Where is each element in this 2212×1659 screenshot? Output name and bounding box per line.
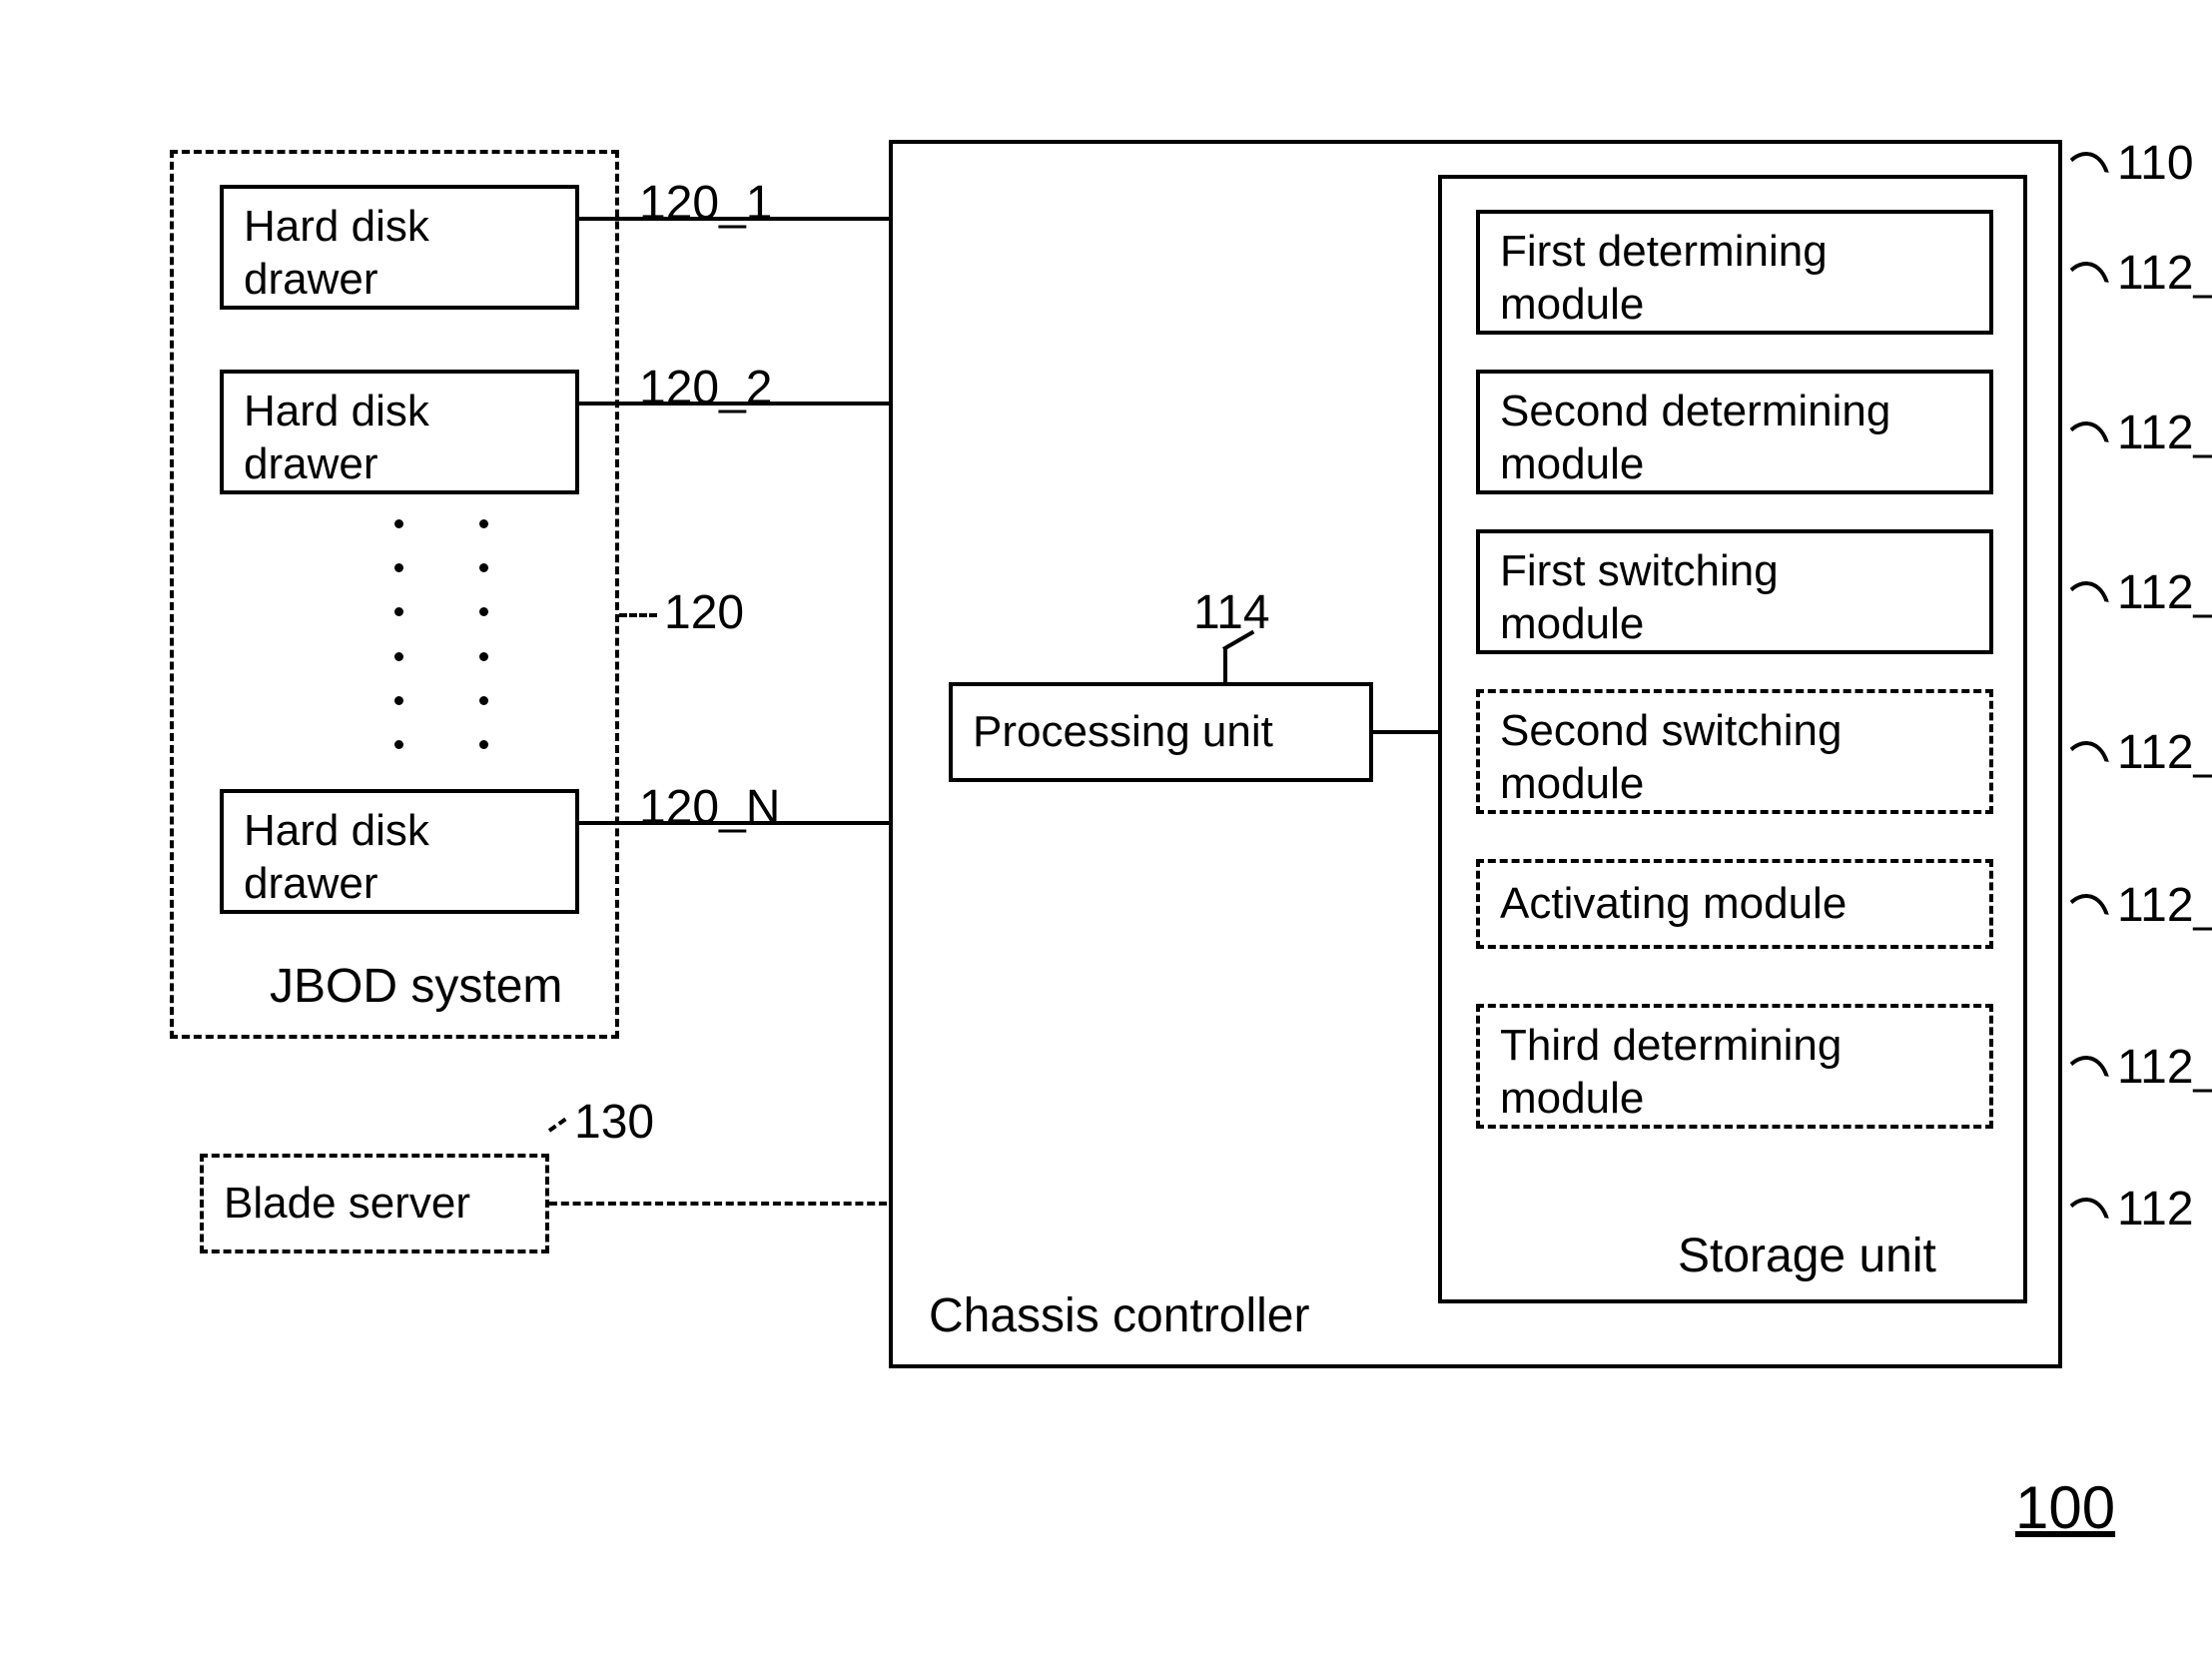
- ref-blade: 130: [574, 1099, 654, 1147]
- figure-ref: 100: [2015, 1478, 2115, 1538]
- module-1: First determining module: [1476, 210, 1993, 335]
- ref-module-6: 112_6: [2117, 1044, 2212, 1092]
- ref-module-1: 112_1: [2117, 250, 2212, 298]
- wavy-m2: [2059, 419, 2105, 449]
- wavy-110: [2059, 150, 2105, 180]
- connector-blade: [549, 1202, 887, 1206]
- ref-drawer-n: 120_N: [639, 784, 780, 832]
- blade-server: Blade server: [200, 1154, 549, 1253]
- lead-130: [548, 1118, 567, 1133]
- storage-title: Storage unit: [1678, 1229, 1936, 1283]
- lead-114: [1223, 647, 1227, 682]
- wavy-112: [2059, 1196, 2105, 1226]
- ref-module-5: 112_5: [2117, 882, 2212, 930]
- ref-module-3: 112_3: [2117, 569, 2212, 617]
- wavy-m4: [2059, 739, 2105, 769]
- module-3: First switching module: [1476, 529, 1993, 654]
- drawer-1: Hard disk drawer: [220, 185, 579, 310]
- module-2: Second determining module: [1476, 370, 1993, 494]
- ref-chassis: 110: [2117, 140, 2194, 188]
- ref-module-4: 112_4: [2117, 729, 2212, 777]
- jbod-title: JBOD system: [270, 959, 562, 1014]
- ellipsis-outer: [479, 519, 488, 749]
- wavy-m3: [2059, 579, 2105, 609]
- ref-processing: 114: [1193, 589, 1270, 637]
- processing-unit: Processing unit: [949, 682, 1373, 782]
- wavy-m5: [2059, 892, 2105, 922]
- drawer-n: Hard disk drawer: [220, 789, 579, 914]
- wavy-m1: [2059, 260, 2105, 290]
- ellipsis-inner: [394, 519, 403, 749]
- module-4: Second switching module: [1476, 689, 1993, 814]
- lead-120: [619, 613, 657, 617]
- module-6: Third determining module: [1476, 1004, 1993, 1129]
- module-5: Activating module: [1476, 859, 1993, 949]
- connector-proc-storage: [1373, 730, 1438, 734]
- ref-drawer-2: 120_2: [639, 365, 772, 413]
- drawer-2: Hard disk drawer: [220, 370, 579, 494]
- ref-drawer-1: 120_1: [639, 180, 772, 228]
- ref-module-2: 112_2: [2117, 410, 2212, 457]
- chassis-title: Chassis controller: [929, 1288, 1309, 1343]
- ref-storage: 112: [2117, 1186, 2194, 1234]
- wavy-m6: [2059, 1054, 2105, 1084]
- ref-jbod: 120: [664, 589, 744, 637]
